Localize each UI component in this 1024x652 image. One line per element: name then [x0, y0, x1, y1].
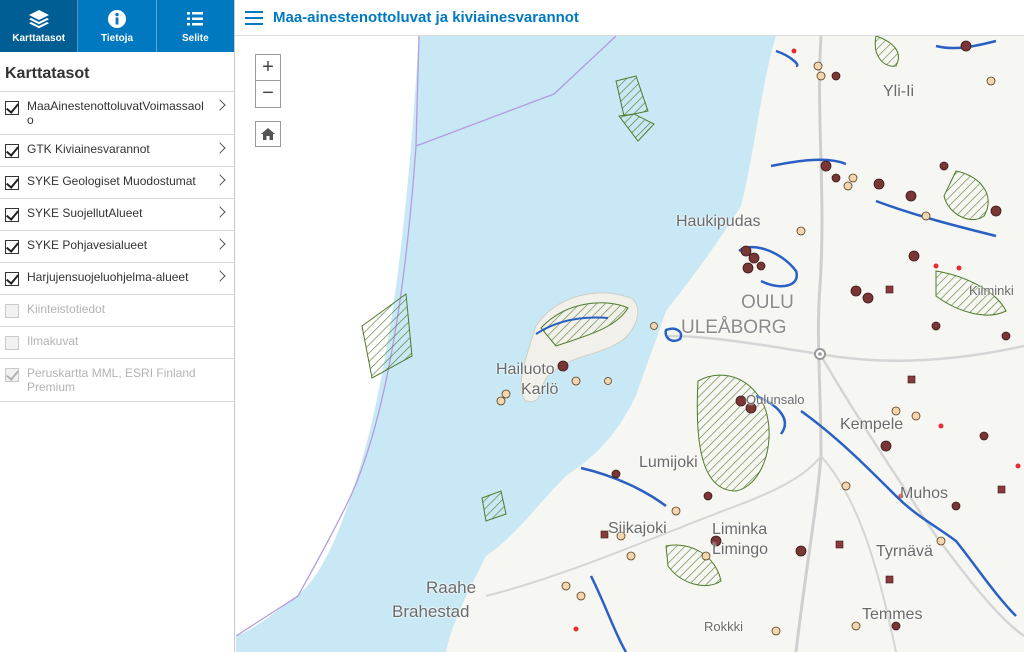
- place-label: Limingo: [712, 541, 769, 558]
- hamburger-menu-icon[interactable]: [245, 10, 263, 25]
- layer-item: Ilmakuvat: [0, 327, 234, 359]
- layer-item[interactable]: SYKE Pohjavesialueet: [0, 231, 234, 263]
- layer-label: Harjujensuojeluohjelma-alueet: [27, 270, 189, 284]
- app-root: Karttatasot Tietoja Selite Karttatasot M…: [0, 0, 1024, 652]
- tab-info-label: Tietoja: [100, 32, 134, 44]
- layer-item[interactable]: MaaAinestenottoluvatVoimassaolo: [0, 92, 234, 135]
- layer-item[interactable]: SYKE SuojellutAlueet: [0, 199, 234, 231]
- layer-label: SYKE Pohjavesialueet: [27, 238, 148, 252]
- layer-label: SYKE Geologiset Muodostumat: [27, 174, 196, 188]
- chevron-right-icon[interactable]: [214, 270, 226, 282]
- place-label: Kiiminki: [969, 283, 1014, 298]
- layer-checkbox[interactable]: [5, 144, 19, 158]
- tab-layers-label: Karttatasot: [12, 32, 66, 44]
- app-title: Maa-ainestenottoluvat ja kiviainesvarann…: [273, 9, 579, 26]
- tab-info[interactable]: Tietoja: [78, 0, 157, 52]
- map-view[interactable]: Yli-Ii Haukipudas OULU ULEÅBORG Hailuoto…: [236, 36, 1024, 652]
- chevron-right-icon[interactable]: [214, 142, 226, 154]
- layer-label: GTK Kiviainesvarannot: [27, 142, 150, 156]
- info-icon: [107, 9, 126, 28]
- layer-checkbox[interactable]: [5, 176, 19, 190]
- place-label: Haukipudas: [676, 213, 761, 230]
- sidebar: Karttatasot Tietoja Selite Karttatasot M…: [0, 0, 235, 652]
- tab-layers[interactable]: Karttatasot: [0, 0, 79, 52]
- place-label: Lumijoki: [639, 454, 698, 471]
- layer-item[interactable]: Harjujensuojeluohjelma-alueet: [0, 263, 234, 295]
- home-button[interactable]: [255, 121, 281, 147]
- layer-label: Peruskartta MML, ESRI Finland Premium: [27, 366, 196, 394]
- chevron-right-icon[interactable]: [214, 99, 226, 111]
- place-label: Brahestad: [392, 602, 470, 621]
- layer-item: Peruskartta MML, ESRI Finland Premium: [0, 359, 234, 402]
- layer-label: Ilmakuvat: [27, 334, 79, 348]
- layers-icon: [28, 9, 49, 28]
- zoom-control: + −: [255, 54, 281, 108]
- layer-label: MaaAinestenottoluvatVoimassaolo: [27, 99, 204, 127]
- place-label: Siikajoki: [608, 520, 667, 537]
- chevron-right-icon[interactable]: [214, 206, 226, 218]
- place-label: Karlö: [521, 381, 559, 398]
- layer-item[interactable]: GTK Kiviainesvarannot: [0, 135, 234, 167]
- layer-list: MaaAinestenottoluvatVoimassaolo GTK Kivi…: [0, 91, 234, 402]
- layer-checkbox: [5, 336, 19, 350]
- place-label: Yli-Ii: [883, 83, 915, 100]
- layer-checkbox[interactable]: [5, 272, 19, 286]
- layer-label: SYKE SuojellutAlueet: [27, 206, 143, 220]
- tab-legend-label: Selite: [181, 32, 209, 44]
- layer-checkbox[interactable]: [5, 101, 19, 115]
- place-label: OULU: [741, 292, 794, 313]
- chevron-right-icon[interactable]: [214, 238, 226, 250]
- layer-checkbox: [5, 304, 19, 318]
- place-label: ULEÅBORG: [681, 317, 787, 338]
- app-header: Maa-ainestenottoluvat ja kiviainesvarann…: [235, 0, 1024, 36]
- place-label: Raahe: [426, 578, 477, 597]
- layer-label: Kiinteistotiedot: [27, 302, 106, 316]
- place-label: Kempele: [840, 416, 904, 433]
- place-label: Hailuoto: [496, 361, 555, 378]
- layer-item[interactable]: SYKE Geologiset Muodostumat: [0, 167, 234, 199]
- home-icon: [261, 128, 275, 140]
- place-label: Muhos: [900, 485, 949, 502]
- layer-checkbox: [5, 368, 19, 382]
- place-label: Oulunsalo: [746, 392, 805, 407]
- panel-title: Karttatasot: [5, 65, 90, 82]
- zoom-out-button[interactable]: −: [256, 81, 280, 107]
- layer-item: Kiinteistotiedot: [0, 295, 234, 327]
- chevron-right-icon[interactable]: [214, 174, 226, 186]
- place-label: Tyrnävä: [876, 543, 933, 560]
- sidebar-tabs: Karttatasot Tietoja Selite: [0, 0, 234, 52]
- zoom-in-button[interactable]: +: [256, 55, 280, 81]
- layer-checkbox[interactable]: [5, 208, 19, 222]
- place-label: Rokkki: [704, 619, 744, 634]
- place-label: Liminka: [712, 521, 768, 538]
- tab-legend[interactable]: Selite: [157, 0, 234, 52]
- legend-list-icon: [187, 11, 204, 25]
- layer-checkbox[interactable]: [5, 240, 19, 254]
- place-label: Temmes: [862, 606, 923, 623]
